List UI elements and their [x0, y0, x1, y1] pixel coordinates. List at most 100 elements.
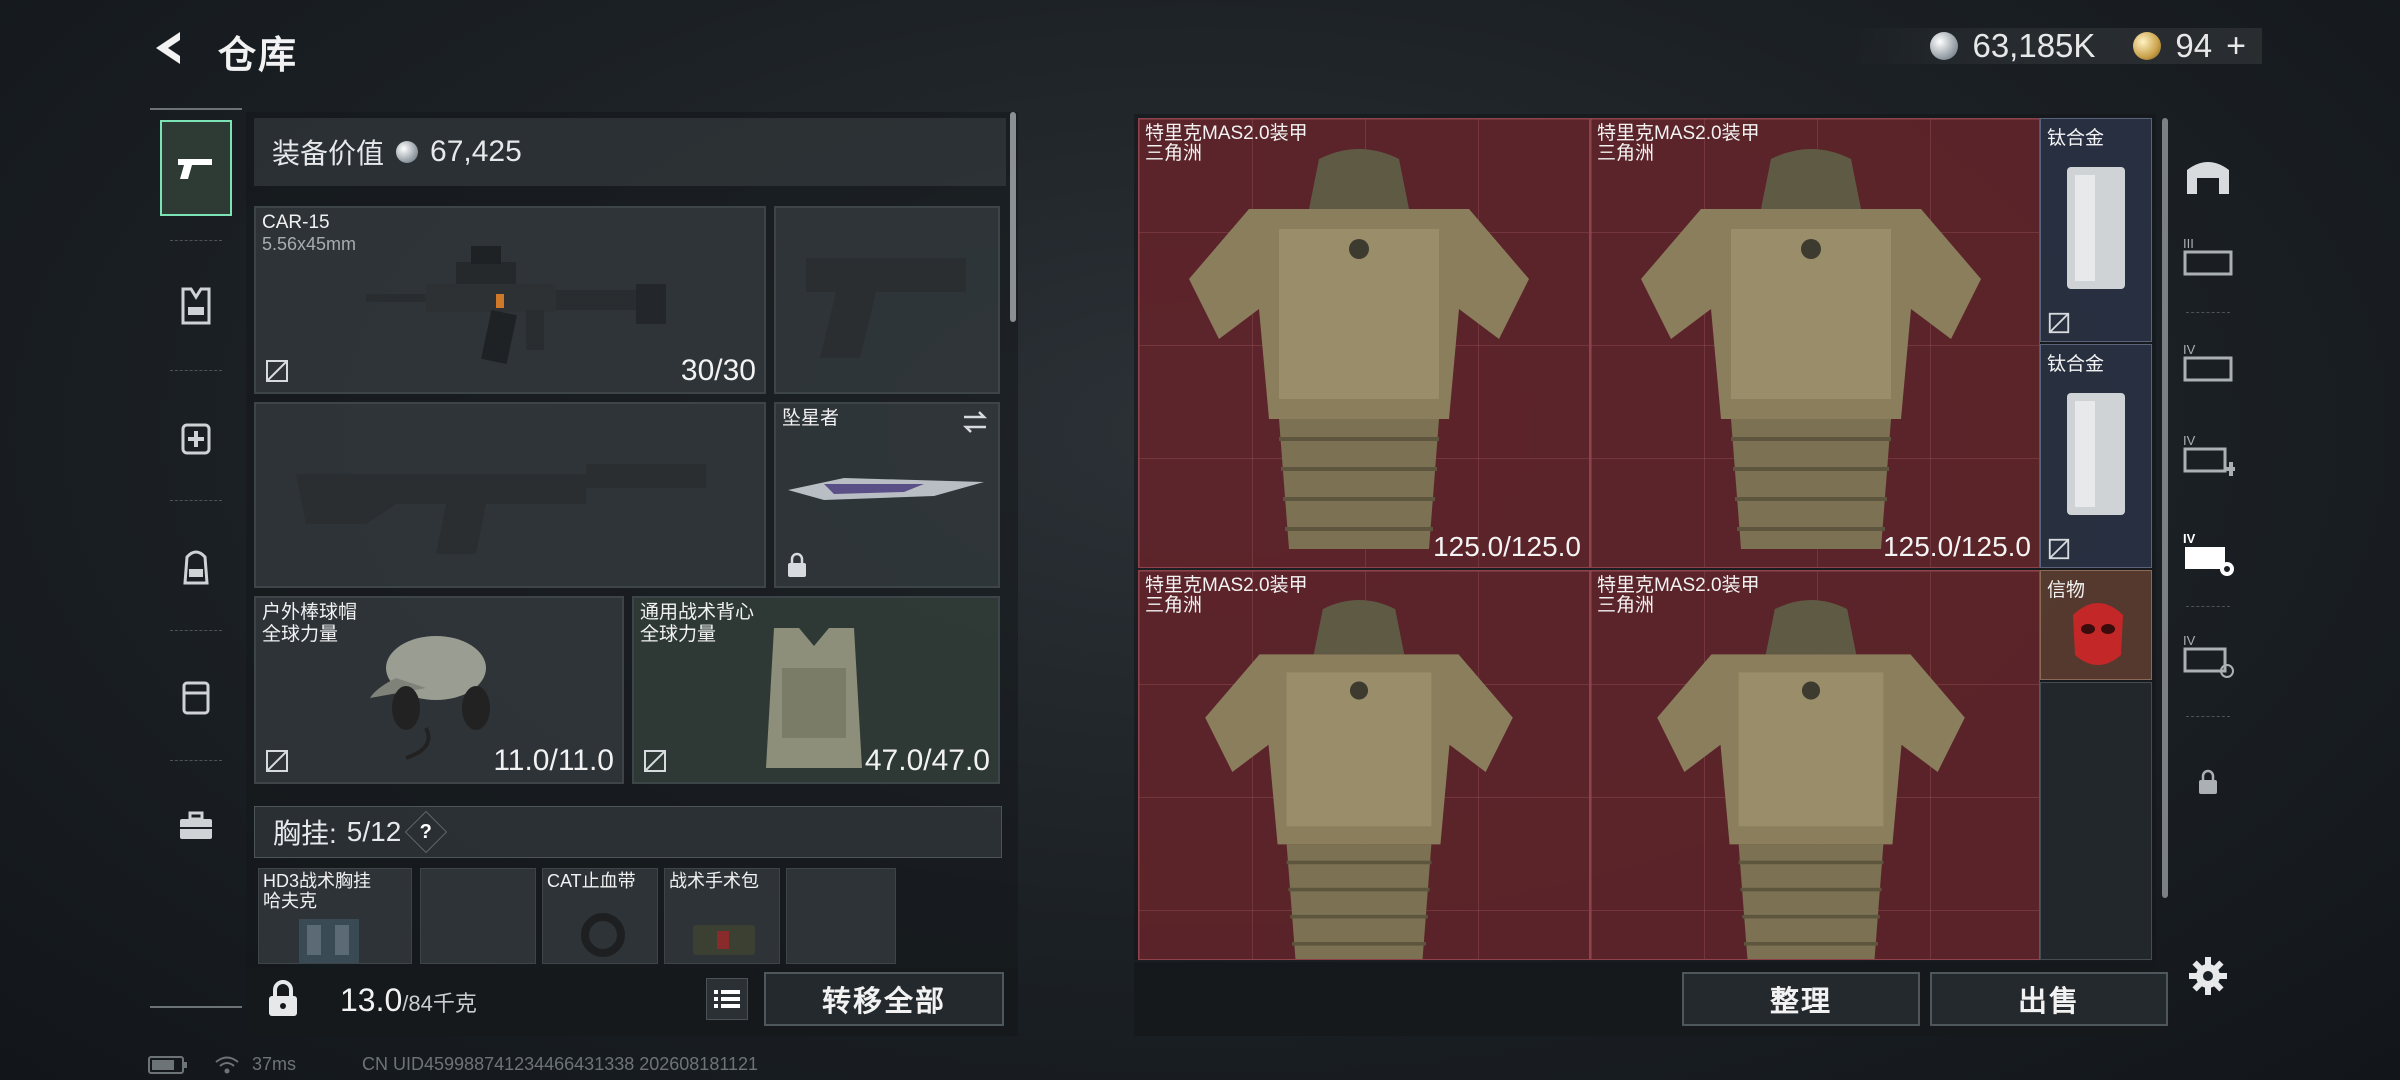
list-view-button[interactable] [706, 978, 748, 1020]
chest-rig-bar[interactable]: 胸挂: 5/12 ? [254, 806, 1002, 858]
sort-button[interactable]: 整理 [1682, 972, 1920, 1026]
nav-medical[interactable] [160, 388, 232, 484]
rig-slot[interactable]: HD3战术胸挂 哈夫克 [258, 868, 412, 964]
storage-locked[interactable] [2176, 742, 2240, 822]
rifle-silhouette-icon [296, 464, 706, 554]
swap-icon[interactable] [960, 410, 990, 434]
titanium-plate-icon [2067, 167, 2125, 289]
carry-weight: 13.0/84千克 [340, 982, 477, 1019]
stash-item-armor[interactable]: 特里克MAS2.0装甲 三角洲 [1590, 570, 2040, 960]
storage-tier-4b[interactable]: IV [2176, 616, 2240, 696]
settings-button[interactable] [2184, 952, 2232, 1000]
storage-main[interactable] [2176, 136, 2240, 216]
stash-item-armor[interactable]: 特里克MAS2.0装甲 三角洲 [1138, 570, 1590, 960]
battery-icon [148, 1055, 187, 1074]
storage-box-icon: IV [2183, 633, 2234, 678]
nav-toolbox[interactable] [160, 778, 232, 874]
item-brand: 三角洲 [1145, 595, 1203, 616]
storage-nav: III IV IV IV IV [2172, 116, 2244, 1016]
nav-weapons[interactable] [160, 120, 232, 216]
status-bar: 37ms CN UID459988741234466431338 2026081… [148, 1054, 758, 1075]
storage-tier-4-active[interactable]: IV [2176, 514, 2240, 594]
wifi-icon [215, 1056, 239, 1073]
stash-item-titanium[interactable]: 钛合金 [2040, 118, 2152, 342]
stash-item-titanium[interactable]: 钛合金 [2040, 344, 2152, 568]
not-insured-icon [266, 360, 288, 382]
heavy-armor-icon [1205, 600, 1513, 959]
not-insured-icon [2048, 538, 2070, 560]
storage-tier-3[interactable]: III [2176, 216, 2240, 296]
item-brand: 三角洲 [1145, 143, 1203, 164]
help-icon[interactable]: ? [405, 810, 448, 854]
rig-slot[interactable] [786, 868, 896, 964]
silver-coin-icon [1930, 32, 1959, 60]
active-storage-icon: IV [2183, 531, 2234, 576]
nav-container[interactable] [160, 648, 232, 744]
item-name: 特里克MAS2.0装甲 [1145, 123, 1308, 144]
sell-button[interactable]: 出售 [1930, 972, 2168, 1026]
weapon-name: CAR-15 [262, 212, 330, 233]
item-name: 特里克MAS2.0装甲 [1597, 575, 1760, 596]
ping-value: 37ms [252, 1054, 297, 1074]
storage-box-icon: III [2183, 236, 2233, 276]
item-durability: 125.0/125.0 [1883, 531, 2031, 562]
rig-slot[interactable]: CAT止血带 [542, 868, 658, 964]
toolbox-icon [180, 811, 212, 839]
svg-text:IV: IV [2183, 342, 2196, 357]
armor-name: 通用战术背心 [640, 602, 755, 623]
pistol-silhouette-icon [806, 258, 966, 358]
lock-icon [2199, 769, 2217, 794]
item-name: 钛合金 [2047, 354, 2105, 375]
svg-text:IV: IV [2183, 633, 2196, 648]
transfer-all-button[interactable]: 转移全部 [764, 972, 1004, 1026]
item-name: 特里克MAS2.0装甲 [1597, 123, 1760, 144]
heavy-armor-icon [1657, 600, 1965, 959]
nav-gear[interactable] [160, 258, 232, 354]
helmet-name: 户外棒球帽 [262, 602, 358, 623]
gold-coin-icon [2133, 32, 2162, 60]
melee-name: 坠星者 [782, 408, 840, 429]
storage-tier-4a[interactable]: IV [2176, 322, 2240, 402]
surgery-kit-icon [693, 925, 755, 955]
currency-display[interactable]: 63,185K 94 + [1842, 27, 2262, 66]
nav-backpack[interactable] [160, 518, 232, 614]
silver-amount: 63,185K [1972, 27, 2096, 64]
item-brand: 三角洲 [1597, 595, 1655, 616]
stash-empty-slot[interactable] [2040, 682, 2152, 960]
rig-item-brand: 哈夫克 [263, 891, 317, 911]
not-insured-icon [2048, 312, 2070, 334]
svg-text:IV: IV [2183, 433, 2196, 448]
primary-weapon-slot[interactable]: CAR-15 5.56x45mm 30/30 [254, 206, 766, 394]
lock-button[interactable] [262, 978, 304, 1020]
helmet-slot[interactable]: 户外棒球帽 全球力量 11.0/11.0 [254, 596, 624, 784]
stash-item-armor[interactable]: 特里克MAS2.0装甲 三角洲 125.0/125.0 [1590, 118, 2040, 568]
secondary-weapon-slot[interactable] [254, 402, 766, 588]
armor-brand: 全球力量 [640, 624, 717, 645]
not-insured-icon [266, 750, 288, 772]
rig-slot[interactable] [420, 868, 536, 964]
helmet-durability: 11.0/11.0 [493, 744, 614, 777]
armor-slot[interactable]: 通用战术背心 全球力量 47.0/47.0 [632, 596, 1000, 784]
equipment-value-bar: 装备价值 67,425 [254, 118, 1006, 186]
padlock-icon [269, 980, 297, 1016]
back-button[interactable] [148, 26, 192, 70]
stash-item-armor[interactable]: 特里克MAS2.0装甲 三角洲 125.0/125.0 [1138, 118, 1590, 568]
melee-slot[interactable]: 坠星者 [774, 402, 1000, 588]
chest-rig-count: 5/12 [346, 816, 402, 847]
storage-tier-4-medical[interactable]: IV [2176, 416, 2240, 496]
tourniquet-icon [581, 913, 625, 957]
pistol-slot[interactable] [774, 206, 1000, 394]
gear-icon [2189, 957, 2227, 995]
stash-scrollbar[interactable] [2162, 118, 2168, 898]
item-name: 特里克MAS2.0装甲 [1145, 575, 1308, 596]
not-insured-icon [644, 750, 666, 772]
vest-icon [766, 628, 862, 768]
warehouse-icon [2187, 162, 2229, 194]
lock-icon [788, 552, 806, 577]
weapon-ammo: 30/30 [680, 354, 756, 387]
stash-item-token[interactable]: 信物 [2040, 570, 2152, 680]
rig-slot[interactable]: 战术手术包 [664, 868, 780, 964]
equipment-scrollbar[interactable] [1010, 112, 1016, 322]
rifle-icon [366, 246, 666, 365]
add-gold-button[interactable]: + [2226, 27, 2246, 66]
